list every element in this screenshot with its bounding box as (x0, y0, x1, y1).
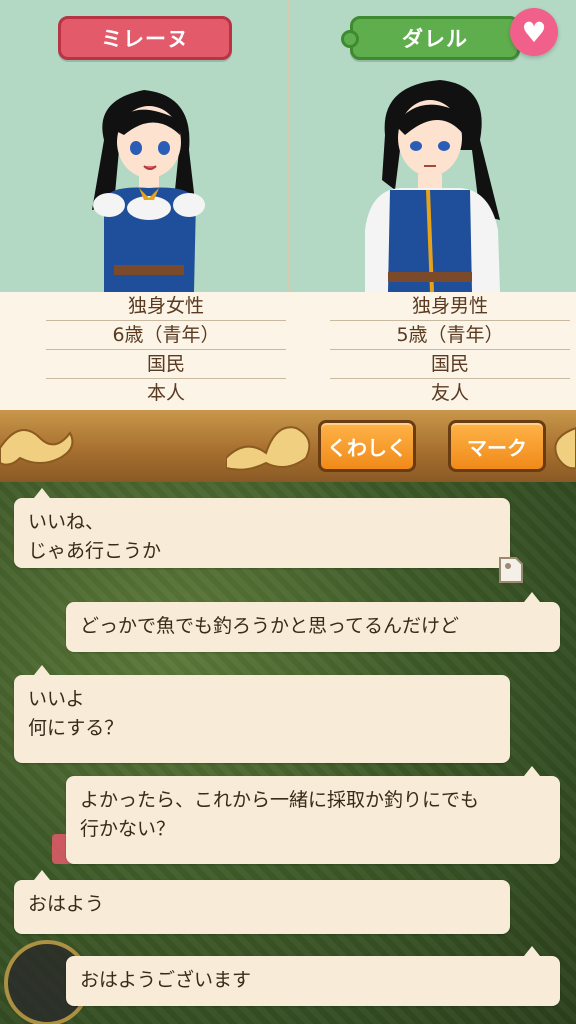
chat-bubble-right: よかったら、これから一緒に採取か釣りにでも 行かない？ (66, 766, 560, 864)
info-age: 6歳（青年） (46, 321, 286, 350)
chat-text: いいね、 じゃあ行こうか (28, 511, 162, 562)
info-relation: 友人 (430, 382, 469, 404)
action-bar: くわしく マーク (0, 410, 576, 482)
chat-bubble-right: おはようございます (66, 946, 560, 1006)
info-status: 独身男性 (330, 292, 570, 321)
chat-text: おはようございます (80, 969, 252, 991)
chat-log[interactable]: いいね、 じゃあ行こうか どっかで魚でも釣ろうかと思ってるんだけど いいよ 何に… (0, 482, 576, 1024)
detail-button[interactable]: くわしく (318, 420, 416, 472)
character-info-table: 独身女性 6歳（青年） 国民 本人 独身男性 5歳（青年） 国民 友人 (0, 292, 576, 410)
character-name-right: ダレル (341, 16, 520, 60)
chat-text: いいよ 何にする？ (28, 688, 124, 739)
ornament-left-icon (0, 429, 74, 466)
ornament-center-icon (226, 426, 311, 471)
chat-text: よかったら、これから一緒に採取か釣りにでも 行かない？ (80, 789, 480, 840)
info-column-right: 独身男性 5歳（青年） 国民 友人 (330, 292, 570, 407)
character-avatar-left (92, 90, 205, 292)
info-citizenship: 国民 (330, 350, 570, 379)
character-name-left: ミレーヌ (58, 16, 232, 60)
chat-bubble-left: いいね、 じゃあ行こうか (14, 488, 510, 568)
character-avatar-right (365, 80, 500, 292)
chat-bubble-left: いいよ 何にする？ (14, 665, 510, 763)
chat-text: おはよう (28, 893, 105, 915)
chat-bubble-right: どっかで魚でも釣ろうかと思ってるんだけど (66, 592, 560, 652)
info-relation: 本人 (146, 382, 185, 404)
chat-text: どっかで魚でも釣ろうかと思ってるんだけど (80, 615, 460, 637)
info-column-left: 独身女性 6歳（青年） 国民 本人 (46, 292, 286, 407)
bookmark-icon[interactable] (494, 554, 526, 586)
chat-bubble-left: おはよう (14, 870, 510, 934)
info-citizenship: 国民 (46, 350, 286, 379)
info-age: 5歳（青年） (330, 321, 570, 350)
info-status: 独身女性 (46, 292, 286, 321)
mark-button[interactable]: マーク (448, 420, 546, 472)
ornament-right-icon (554, 426, 576, 470)
heart-icon[interactable]: ♥ (510, 8, 558, 56)
